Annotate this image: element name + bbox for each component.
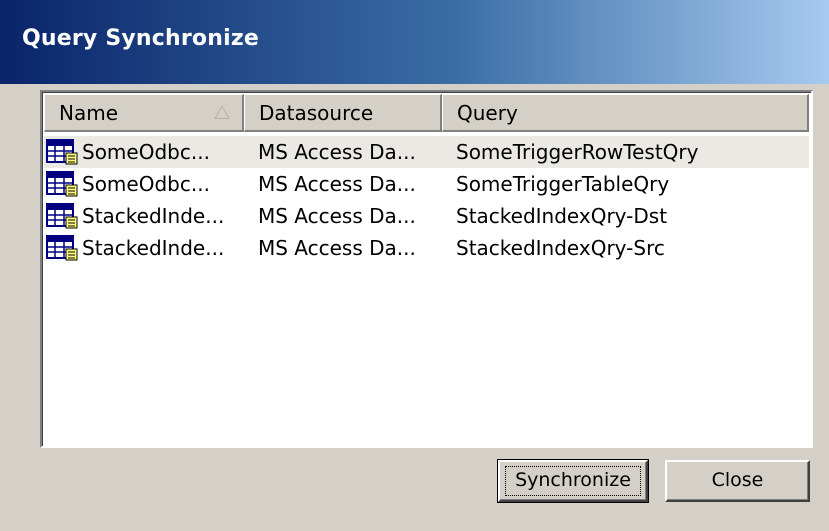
row-query: SomeTriggerRowTestQry <box>456 140 699 164</box>
column-header-datasource-label: Datasource <box>259 101 374 125</box>
title-bar[interactable]: Query Synchronize <box>0 0 829 84</box>
query-table-icon <box>46 139 78 165</box>
row-query: StackedIndexQry-Dst <box>456 204 668 228</box>
sort-ascending-icon <box>214 105 230 119</box>
query-synchronize-dialog: Query Synchronize Name Datasource Query <box>0 0 829 531</box>
list-rows: SomeOdbc... MS Access Da... SomeTriggerR… <box>44 136 809 264</box>
row-datasource: MS Access Da... <box>258 236 416 260</box>
query-table-icon <box>46 235 78 261</box>
list-row[interactable]: SomeOdbc... MS Access Da... SomeTriggerR… <box>44 136 809 168</box>
query-table-icon <box>46 203 78 229</box>
row-name: SomeOdbc... <box>82 172 210 196</box>
close-button-label: Close <box>711 469 764 491</box>
list-header: Name Datasource Query <box>44 94 809 132</box>
window-title: Query Synchronize <box>22 26 259 51</box>
focus-rectangle <box>505 466 641 496</box>
synchronize-button[interactable]: Synchronize <box>497 459 649 503</box>
cell-name: SomeOdbc... <box>44 171 244 197</box>
column-header-query[interactable]: Query <box>442 94 809 132</box>
column-header-query-label: Query <box>457 101 518 125</box>
row-name: StackedInde... <box>82 204 225 228</box>
query-list-view[interactable]: Name Datasource Query SomeOdbc... MS Acc… <box>40 90 813 448</box>
row-name: SomeOdbc... <box>82 140 210 164</box>
query-table-icon <box>46 171 78 197</box>
close-button[interactable]: Close <box>665 460 810 502</box>
row-datasource: MS Access Da... <box>258 172 416 196</box>
list-row[interactable]: StackedInde... MS Access Da... StackedIn… <box>44 200 809 232</box>
column-header-datasource[interactable]: Datasource <box>244 94 442 132</box>
column-header-name-label: Name <box>59 101 119 125</box>
cell-name: SomeOdbc... <box>44 139 244 165</box>
row-query: StackedIndexQry-Src <box>456 236 665 260</box>
column-header-name[interactable]: Name <box>44 94 244 132</box>
row-datasource: MS Access Da... <box>258 140 416 164</box>
list-row[interactable]: SomeOdbc... MS Access Da... SomeTriggerT… <box>44 168 809 200</box>
row-datasource: MS Access Da... <box>258 204 416 228</box>
list-row[interactable]: StackedInde... MS Access Da... StackedIn… <box>44 232 809 264</box>
cell-name: StackedInde... <box>44 235 244 261</box>
cell-name: StackedInde... <box>44 203 244 229</box>
row-name: StackedInde... <box>82 236 225 260</box>
row-query: SomeTriggerTableQry <box>456 172 670 196</box>
